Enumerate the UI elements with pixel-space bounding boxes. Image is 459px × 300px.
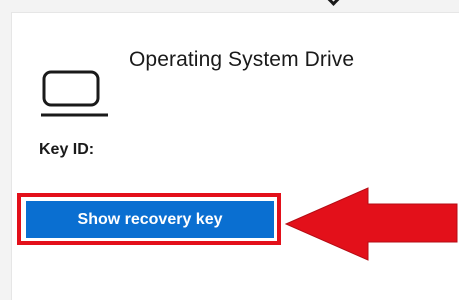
- page: Operating System Drive Key ID: Show reco…: [0, 0, 459, 300]
- cut-off-glyph: [327, 0, 340, 6]
- laptop-icon: [41, 70, 108, 117]
- red-arrow-annotation: [284, 187, 458, 261]
- cut-off-heading: [100, 0, 459, 8]
- show-recovery-key-button[interactable]: Show recovery key: [26, 201, 274, 238]
- drive-title: Operating System Drive: [129, 48, 355, 71]
- key-id-label: Key ID:: [39, 141, 95, 158]
